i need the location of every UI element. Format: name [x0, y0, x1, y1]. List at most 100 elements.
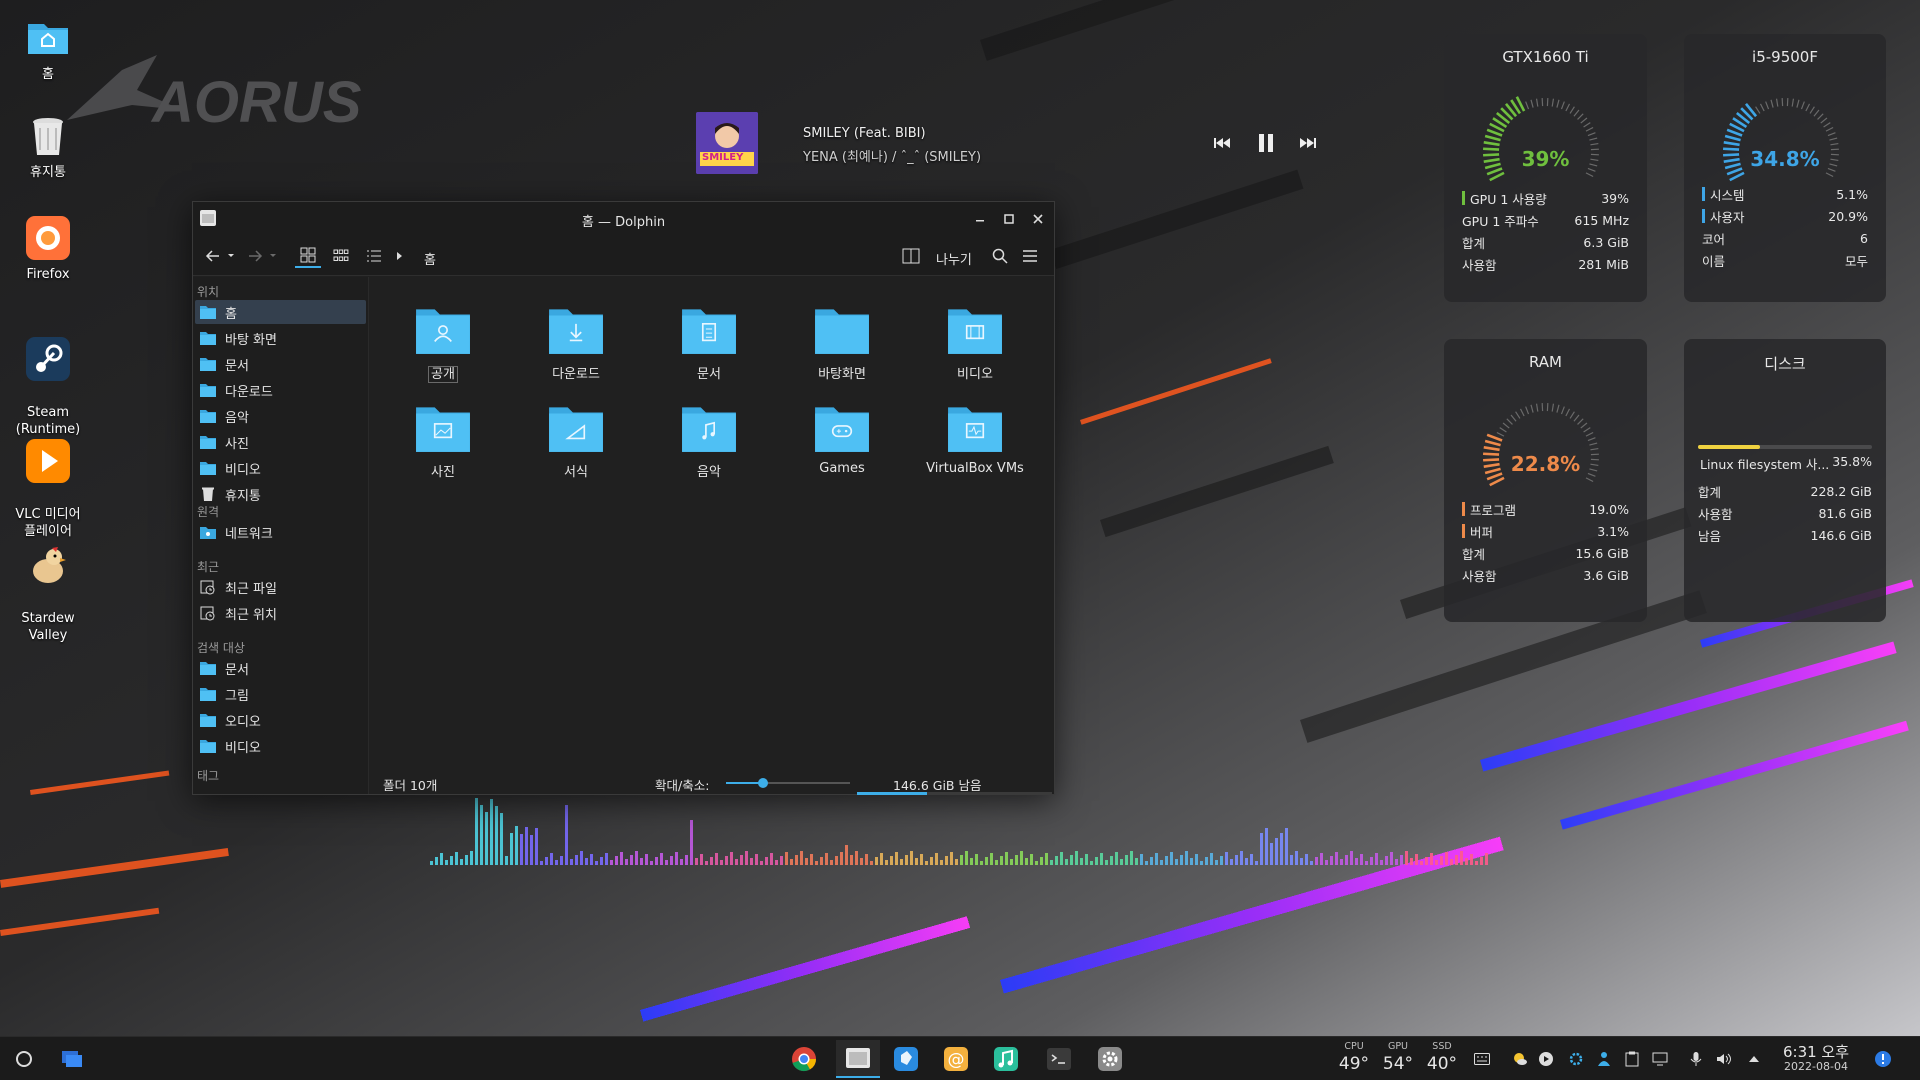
taskbar-terminal[interactable]	[1043, 1043, 1075, 1075]
visualizer-bar	[1290, 855, 1293, 865]
folder-item[interactable]: 공개	[383, 301, 503, 383]
media-prev-button[interactable]	[1212, 134, 1232, 152]
folder-item[interactable]: 바탕화면	[782, 301, 902, 382]
show-hidden-tray[interactable]	[1746, 1051, 1762, 1067]
visualizer-bar	[790, 859, 793, 865]
gauge-tick	[1830, 142, 1839, 146]
desktop-icon-stardew[interactable]: Stardew Valley	[6, 524, 90, 644]
clock-date[interactable]: 2022-08-04	[1768, 1060, 1864, 1073]
folder-item[interactable]: 음악	[649, 399, 769, 480]
taskbar-mail[interactable]: @	[940, 1043, 972, 1075]
taskbar-music-player[interactable]	[990, 1043, 1022, 1075]
sidebar-item-label: 네트워크	[225, 526, 273, 542]
menu-button[interactable]	[1019, 244, 1041, 268]
sidebar-item-places-6[interactable]: 비디오	[195, 456, 366, 480]
maximize-button[interactable]	[998, 208, 1020, 230]
display-icon	[1652, 1052, 1668, 1066]
back-button[interactable]	[203, 245, 237, 267]
gauge-tick	[1590, 447, 1599, 451]
temperature-sensors[interactable]: CPU 49° GPU 54° SSD 40°	[1334, 1041, 1464, 1079]
sidebar-item-places-1[interactable]: 바탕 화면	[195, 326, 366, 350]
split-icon-button[interactable]	[900, 244, 922, 268]
minimize-button[interactable]	[969, 208, 991, 230]
split-button-label[interactable]: 나누기	[936, 249, 972, 268]
gauge-tick	[1583, 122, 1591, 128]
details-view-button[interactable]	[361, 244, 387, 268]
weather-tray[interactable]	[1512, 1051, 1528, 1067]
sidebar-item-places-0[interactable]: 홈	[195, 300, 366, 324]
notifications-tray[interactable]	[1874, 1050, 1892, 1068]
gauge-tick	[1535, 98, 1539, 107]
taskbar-dolphin[interactable]	[836, 1040, 880, 1078]
visualizer-bar	[1065, 859, 1068, 865]
gauge-tick	[1765, 101, 1770, 110]
sidebar-item-recent-1[interactable]: 최근 위치	[195, 601, 366, 625]
icons-view-button[interactable]	[295, 244, 321, 268]
user-tray[interactable]	[1596, 1051, 1612, 1067]
sidebar-item-search-0[interactable]: 문서	[195, 656, 366, 680]
folder-item[interactable]: 비디오	[915, 301, 1035, 382]
volume-tray[interactable]	[1716, 1051, 1732, 1067]
sidebar-item-search-1[interactable]: 그림	[195, 682, 366, 706]
sidebar-item-search-3[interactable]: 비디오	[195, 734, 366, 758]
widget-row-label-text: 사용함	[1462, 257, 1497, 273]
desktop-icon-home[interactable]: 홈	[6, 14, 90, 83]
skip-next-icon	[1300, 138, 1316, 148]
sidebar-item-places-2[interactable]: 문서	[195, 352, 366, 376]
sidebar-section-heading: 태그	[197, 769, 220, 783]
zoom-slider-handle[interactable]	[758, 778, 769, 788]
media-next-button[interactable]	[1298, 134, 1318, 152]
compact-view-button[interactable]	[328, 244, 354, 268]
clipboard-tray[interactable]	[1624, 1051, 1640, 1067]
folder-item[interactable]: Games	[782, 399, 902, 476]
sidebar-item-search-2[interactable]: 오디오	[195, 708, 366, 732]
folder-icon	[200, 740, 216, 753]
gauge-tick	[1587, 132, 1596, 137]
visualizer-bar	[1275, 838, 1278, 865]
sidebar-item-recent-0[interactable]: 최근 파일	[195, 575, 366, 599]
gauge-tick	[1499, 427, 1507, 433]
media-pause-button[interactable]	[1256, 132, 1276, 154]
sidebar-item-places-4[interactable]: 음악	[195, 404, 366, 428]
gauge-tick	[1590, 142, 1599, 146]
kdeconnect-tray[interactable]	[1568, 1051, 1584, 1067]
keyboard-layout[interactable]	[1474, 1051, 1490, 1067]
visualizer-bar	[1360, 854, 1363, 865]
close-button[interactable]	[1027, 208, 1049, 230]
sidebar-item-places-7[interactable]: 휴지통	[195, 482, 366, 506]
application-launcher[interactable]	[8, 1043, 40, 1075]
desktop-icon-trash[interactable]: 휴지통	[6, 112, 90, 181]
microphone-tray[interactable]	[1688, 1051, 1704, 1067]
desktop-icon-vlc[interactable]: VLC 미디어 플레이어	[6, 420, 90, 540]
taskbar-settings[interactable]	[1094, 1043, 1126, 1075]
forward-button[interactable]	[245, 245, 279, 267]
visualizer-bar	[1135, 858, 1138, 865]
gauge-tick	[1506, 418, 1513, 425]
desktop-icon-firefox[interactable]: Firefox	[6, 214, 90, 283]
sidebar-item-places-5[interactable]: 사진	[195, 430, 366, 454]
visualizer-bar	[1405, 851, 1408, 865]
desktop-folder-icon	[815, 309, 869, 354]
media-tray[interactable]	[1538, 1051, 1554, 1067]
folder-item[interactable]: 문서	[649, 301, 769, 382]
folder-item[interactable]: 다운로드	[516, 301, 636, 382]
visualizer-bar	[555, 860, 558, 865]
sidebar-item-places-3[interactable]: 다운로드	[195, 378, 366, 402]
folder-item[interactable]: 서식	[516, 399, 636, 480]
clock-time[interactable]: 6:31 오후	[1768, 1041, 1864, 1062]
search-button[interactable]	[989, 244, 1011, 268]
display-tray[interactable]	[1652, 1051, 1668, 1067]
breadcrumb[interactable]: 홈	[424, 249, 436, 268]
sidebar-item-remote-0[interactable]: 네트워크	[195, 520, 366, 544]
zoom-slider[interactable]	[726, 778, 850, 788]
taskbar-discover[interactable]	[890, 1043, 922, 1075]
folder-item[interactable]: VirtualBox VMs	[915, 399, 1035, 476]
widget-row-label: GPU 1 사용량	[1462, 189, 1547, 208]
breadcrumb-expand[interactable]	[393, 244, 407, 268]
show-desktop-button[interactable]	[56, 1043, 88, 1075]
visualizer-bar	[780, 856, 783, 865]
folder-item[interactable]: 사진	[383, 399, 503, 480]
titlebar[interactable]: 홈 — Dolphin	[193, 202, 1054, 236]
visualizer-bar	[1335, 852, 1338, 865]
taskbar-chrome[interactable]	[788, 1043, 820, 1075]
